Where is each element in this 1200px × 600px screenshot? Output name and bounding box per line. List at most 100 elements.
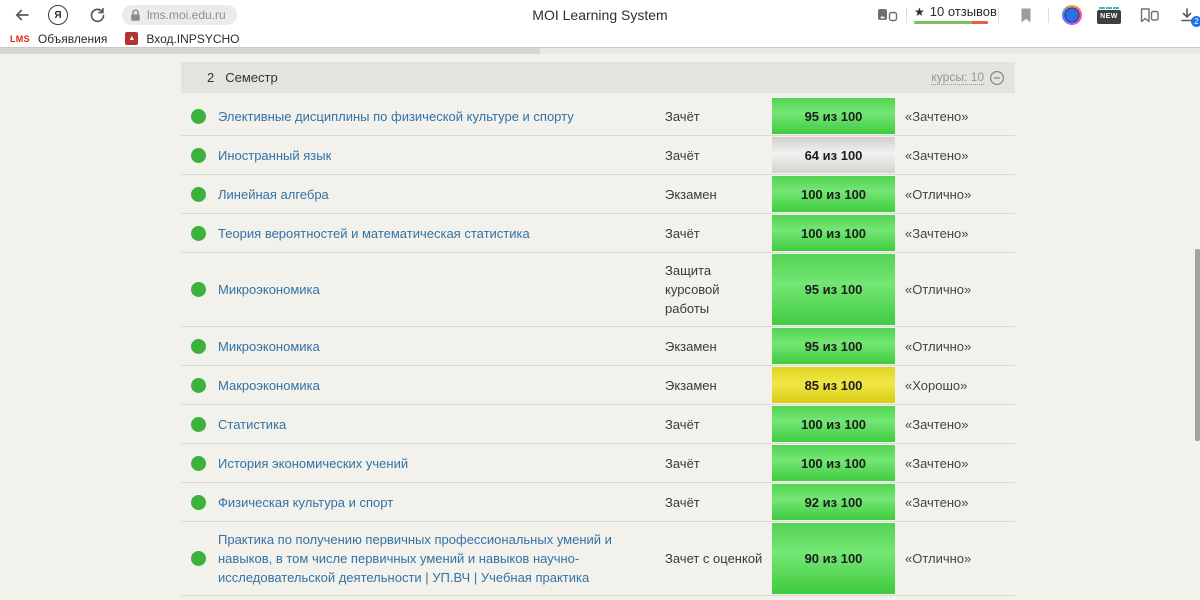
assessment-type: Защита курсовой работы [665,263,720,316]
collapse-icon[interactable] [989,70,1005,86]
status-dot-cell [181,327,218,365]
grade-text: «Зачтено» [905,147,969,163]
extension-circle-icon[interactable] [1062,5,1082,25]
score-badge: 85 из 100 [772,367,895,403]
course-link[interactable]: Практика по получению первичных професси… [218,522,665,595]
score-badge: 100 из 100 [772,445,895,481]
grade-text: «Зачтено» [905,416,969,432]
refresh-icon[interactable] [88,6,106,24]
new-badge-label: NEW [1097,9,1121,24]
score-badge: 100 из 100 [772,215,895,251]
table-row: Линейная алгебра Экзамен «Отлично» 100 и… [181,175,1015,214]
course-link[interactable]: Микроэкономика [218,327,665,365]
star-icon: ★ [914,4,925,19]
grade-text: «Хорошо» [905,377,968,393]
assessment-type: Зачёт [665,494,700,510]
score-badge: 64 из 100 [772,137,895,173]
score-badge: 100 из 100 [772,406,895,442]
grade-text: «Зачтено» [905,108,969,124]
assessment-type: Зачёт [665,455,700,471]
status-dot-icon [191,186,206,202]
grade-text: «Отлично» [905,551,972,566]
status-dot-cell [181,483,218,521]
course-rows: Элективные дисциплины по физической куль… [181,97,1015,596]
score-badge: 90 из 100 [772,523,895,594]
status-dot-cell [181,97,218,135]
score-badge: 95 из 100 [772,98,895,134]
course-link[interactable]: Элективные дисциплины по физической куль… [218,97,665,135]
status-dot-cell [181,405,218,443]
course-link[interactable]: Теория вероятностей и математическая ста… [218,214,665,252]
assessment-type: Экзамен [665,377,717,393]
marquee-dashes [1099,6,1119,9]
table-row: Иностранный язык Зачёт «Зачтено» 64 из 1… [181,136,1015,175]
new-releases-icon[interactable]: NEW [1096,3,1122,27]
status-dot-icon [191,108,206,124]
course-link[interactable]: История экономических учений [218,444,665,482]
status-dot-cell [181,253,218,326]
assessment-type: Зачет с оценкой [665,551,763,566]
course-link[interactable]: Иностранный язык [218,136,665,174]
score-badge: 95 из 100 [772,254,895,325]
url-text: lms.moi.edu.ru [147,8,226,22]
collections-icon[interactable] [1138,6,1160,24]
status-dot-icon [191,147,206,163]
table-row: Элективные дисциплины по физической куль… [181,97,1015,136]
course-link[interactable]: Линейная алгебра [218,175,665,213]
address-bar[interactable]: lms.moi.edu.ru [122,5,237,25]
rating-label: 10 отзывов [929,4,997,19]
table-row: Макроэкономика Экзамен «Хорошо» 85 из 10… [181,366,1015,405]
grades-table: 2 Семестр курсы: 10 Элективные дисциплин… [181,62,1015,600]
toolbar-divider [1048,8,1049,23]
assessment-type: Зачёт [665,147,700,163]
rating-bar [914,21,988,24]
course-link[interactable]: Микроэкономика [218,253,665,326]
score-badge: 92 из 100 [772,484,895,520]
chrome-page-divider [0,47,1200,54]
bookmarks-bar: LMS Объявления ▲ Вход.INPSYCHO [0,30,1200,47]
lock-icon [131,8,140,21]
bookmark-item-announcements[interactable]: LMS Объявления [10,32,107,46]
bookmark-item-inpsycho[interactable]: ▲ Вход.INPSYCHO [125,31,240,46]
status-dot-icon [191,551,206,566]
lms-favicon: LMS [10,33,30,44]
assessment-type: Экзамен [665,186,717,202]
status-dot-cell [181,175,218,213]
browser-protect-icon[interactable] [876,7,898,23]
course-link[interactable]: Физическая культура и спорт [218,483,665,521]
course-link[interactable]: Макроэкономика [218,366,665,404]
assessment-type: Зачёт [665,108,700,124]
status-dot-icon [191,416,206,432]
status-dot-icon [191,377,206,393]
semester-2-header: 2 Семестр курсы: 10 [181,62,1015,93]
bookmark-label: Объявления [37,31,108,46]
assessment-type: Зачёт [665,416,700,432]
table-row: История экономических учений Зачёт «Зачт… [181,444,1015,483]
bookmark-icon[interactable] [1018,6,1034,24]
table-row: Теория вероятностей и математическая ста… [181,214,1015,253]
yandex-logo-icon[interactable]: Я [48,5,68,25]
table-row: Практика по получению первичных професси… [181,522,1015,596]
bookmark-label: Вход.INPSYCHO [146,31,240,46]
semester-number: 2 [207,70,215,85]
table-row: Статистика Зачёт «Зачтено» 100 из 100 [181,405,1015,444]
status-dot-cell [181,444,218,482]
toolbar-divider [998,8,999,23]
course-link[interactable]: Статистика [218,405,665,443]
assessment-type: Зачёт [665,225,700,241]
courses-count-link[interactable]: курсы: 10 [931,70,984,85]
status-dot-cell [181,366,218,404]
browser-toolbar: Я lms.moi.edu.ru MOI Learning System ★ 1… [0,0,1200,30]
status-dot-icon [191,282,206,297]
back-icon[interactable] [12,6,32,24]
grade-text: «Отлично» [905,186,972,202]
status-dot-icon [191,225,206,241]
download-count-badge: 2 [1191,16,1200,27]
site-rating[interactable]: ★ 10 отзывов [914,4,997,24]
vertical-scrollbar[interactable] [1195,249,1200,441]
status-dot-icon [191,338,206,354]
download-icon[interactable]: 2 [1176,5,1200,27]
grade-text: «Зачтено» [905,494,969,510]
status-dot-icon [191,455,206,471]
table-row: Микроэкономика Экзамен «Отлично» 95 из 1… [181,327,1015,366]
